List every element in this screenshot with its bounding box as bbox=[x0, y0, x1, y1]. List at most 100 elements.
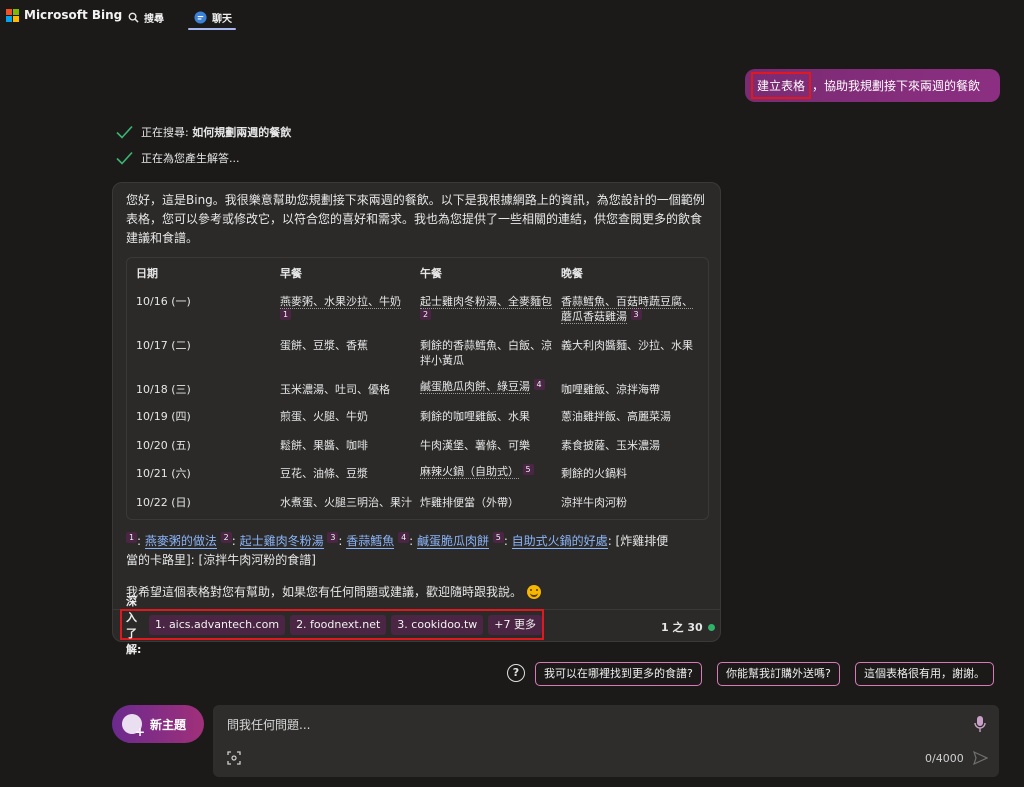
search-icon bbox=[128, 12, 139, 23]
table-header: 日期 bbox=[136, 267, 158, 280]
cell-breakfast: 蛋餅、豆漿、香蕉 bbox=[280, 339, 368, 352]
cell-breakfast: 玉米濃湯、吐司、優格 bbox=[280, 383, 390, 396]
cell-text: 燕麥粥、水果沙拉、牛奶 bbox=[280, 295, 401, 309]
suggestion-chip[interactable]: 這個表格很有用，謝謝。 bbox=[855, 662, 994, 686]
cell-date: 10/22 (日) bbox=[136, 496, 191, 509]
citation-badge[interactable]: 1 bbox=[126, 532, 137, 543]
reference-link[interactable]: 自助式火鍋的好處 bbox=[511, 534, 608, 549]
new-topic-icon bbox=[122, 714, 145, 739]
cell-dinner: 義大利肉醬麵、沙拉、水果 bbox=[561, 339, 693, 352]
citation-badge[interactable]: 5 bbox=[522, 464, 534, 475]
answer-card: 您好，這是Bing。我很樂意幫助您規劃接下來兩週的餐飲。以下是我根據網路上的資訊… bbox=[112, 182, 721, 656]
user-message-bubble: 建立表格 ，協助我規劃接下來兩週的餐飲 bbox=[745, 69, 1000, 102]
cell-text: 蘑瓜香菇雞湯 bbox=[561, 310, 627, 324]
answer-intro: 您好，這是Bing。我很樂意幫助您規劃接下來兩週的餐飲。以下是我根據網路上的資訊… bbox=[126, 193, 705, 245]
help-icon[interactable]: ? bbox=[507, 664, 525, 682]
logo-text: Microsoft Bing bbox=[24, 8, 123, 22]
cell-date: 10/18 (三) bbox=[136, 383, 191, 396]
source-link[interactable]: 2. foodnext.net bbox=[290, 614, 387, 635]
cell-breakfast: 燕麥粥、水果沙拉、牛奶 1 bbox=[280, 294, 415, 324]
cell-text: 起士雞肉冬粉湯、全麥麵包 bbox=[420, 295, 552, 309]
citation-badge[interactable]: 4 bbox=[533, 379, 545, 390]
table-header: 午餐 bbox=[420, 267, 442, 280]
char-count: 0/4000 bbox=[925, 752, 964, 765]
status-searching: 正在搜尋: 如何規劃兩週的餐飲 bbox=[116, 124, 291, 140]
citation-badge[interactable]: 2 bbox=[220, 532, 232, 543]
citation-badge[interactable]: 2 bbox=[420, 309, 431, 320]
status-dot-icon bbox=[707, 623, 715, 631]
tab-chat-label: 聊天 bbox=[212, 13, 232, 25]
tab-search-label: 搜尋 bbox=[144, 13, 164, 25]
cell-lunch: 剩餘的咖哩雞飯、水果 bbox=[420, 410, 530, 423]
cell-date: 10/16 (一) bbox=[136, 295, 191, 308]
chat-icon bbox=[194, 10, 207, 24]
reference-tail: : [炸雞排便 bbox=[607, 534, 669, 548]
meal-table: 日期 早餐 午餐 晚餐 10/16 (一) 燕麥粥、水果沙拉、牛奶 1 起士雞肉… bbox=[126, 257, 709, 520]
status-prefix: 正在搜尋: bbox=[141, 126, 193, 139]
tab-search[interactable]: 搜尋 bbox=[128, 6, 164, 28]
cell-date: 10/21 (六) bbox=[136, 467, 191, 480]
bing-logo[interactable]: Microsoft Bing bbox=[6, 8, 122, 22]
status-text: 正在為您產生解答... bbox=[141, 152, 240, 165]
cell-date: 10/19 (四) bbox=[136, 410, 191, 423]
learn-more-bar: 深入了解: 1. aics.advantech.com 2. foodnext.… bbox=[120, 595, 544, 656]
checkmark-icon bbox=[116, 125, 133, 139]
active-tab-indicator bbox=[188, 28, 236, 30]
citation-badge[interactable]: 3 bbox=[630, 309, 642, 320]
cell-lunch: 起士雞肉冬粉湯、全麥麵包 2 bbox=[420, 294, 558, 324]
cell-breakfast: 水煮蛋、火腿三明治、果汁 bbox=[280, 496, 412, 509]
cell-dinner: 涼拌牛肉河粉 bbox=[561, 496, 627, 509]
cell-lunch: 麻辣火鍋（自助式） 5 bbox=[420, 464, 534, 479]
cell-dinner: 香蒜鱈魚、百菇時蔬豆腐、 蘑瓜香菇雞湯 3 bbox=[561, 294, 706, 324]
counter-text: 1 之 30 bbox=[661, 621, 703, 634]
cell-breakfast: 煎蛋、火腿、牛奶 bbox=[280, 410, 368, 423]
checkmark-icon bbox=[116, 151, 133, 165]
cell-text: 麻辣火鍋（自助式） bbox=[420, 465, 519, 479]
new-topic-button[interactable]: 新主題 bbox=[112, 705, 204, 743]
learn-more-label: 深入了解: bbox=[126, 594, 142, 656]
more-sources-button[interactable]: +7 更多 bbox=[488, 614, 542, 635]
microphone-icon[interactable] bbox=[973, 715, 987, 733]
table-header: 早餐 bbox=[280, 267, 302, 280]
suggestion-chip[interactable]: 你能幫我訂購外送嗎? bbox=[717, 662, 840, 686]
chat-input-box: 0/4000 bbox=[213, 705, 999, 777]
image-scan-icon[interactable] bbox=[227, 751, 241, 765]
cell-date: 10/17 (二) bbox=[136, 339, 191, 352]
cell-text: 香蒜鱈魚、百菇時蔬豆腐、 bbox=[561, 295, 693, 309]
closing-message: 我希望這個表格對您有幫助，如果您有任何問題或建議，歡迎隨時跟我說。 bbox=[126, 583, 542, 600]
cell-dinner: 蔥油雞拌飯、高麗菜湯 bbox=[561, 410, 671, 423]
cell-text: 剩餘的香蒜鱈魚、白飯、涼 bbox=[420, 339, 552, 352]
cell-dinner: 素食披薩、玉米濃湯 bbox=[561, 439, 660, 452]
chat-input[interactable] bbox=[227, 715, 927, 735]
closing-text: 我希望這個表格對您有幫助，如果您有任何問題或建議，歡迎隨時跟我說。 bbox=[126, 585, 523, 599]
cell-dinner: 剩餘的火鍋料 bbox=[561, 467, 627, 480]
citation-badge[interactable]: 5 bbox=[492, 532, 504, 543]
cell-date: 10/20 (五) bbox=[136, 439, 191, 452]
user-message-highlight: 建立表格 bbox=[751, 72, 812, 99]
cell-lunch: 剩餘的香蒜鱈魚、白飯、涼 拌小黃瓜 bbox=[420, 338, 560, 368]
reference-link[interactable]: 燕麥粥的做法 bbox=[144, 534, 217, 549]
smiley-emoji-icon bbox=[527, 584, 542, 599]
top-bar: Microsoft Bing 搜尋 聊天 bbox=[0, 0, 1024, 36]
new-topic-label: 新主題 bbox=[150, 717, 187, 732]
cell-dinner: 咖哩雞飯、涼拌海帶 bbox=[561, 383, 660, 396]
tab-chat[interactable]: 聊天 bbox=[194, 6, 232, 28]
citation-badge[interactable]: 3 bbox=[327, 532, 339, 543]
reference-list: 1: 燕麥粥的做法 2: 起士雞肉冬粉湯 3: 香蒜鱈魚 4: 鹹蛋脆瓜肉餅 5… bbox=[126, 532, 669, 567]
citation-badge[interactable]: 4 bbox=[398, 532, 410, 543]
user-message-text: ，協助我規劃接下來兩週的餐飲 bbox=[812, 79, 981, 93]
reference-link[interactable]: 起士雞肉冬粉湯 bbox=[239, 534, 324, 549]
source-link[interactable]: 3. cookidoo.tw bbox=[391, 614, 484, 635]
cell-text: 拌小黃瓜 bbox=[420, 354, 464, 367]
send-icon[interactable] bbox=[973, 751, 988, 765]
status-query: 如何規劃兩週的餐飲 bbox=[192, 126, 292, 139]
suggestion-chip[interactable]: 我可以在哪裡找到更多的食譜? bbox=[535, 662, 702, 686]
reference-link[interactable]: 鹹蛋脆瓜肉餅 bbox=[416, 534, 489, 549]
status-generating: 正在為您產生解答... bbox=[116, 150, 240, 166]
source-link[interactable]: 1. aics.advantech.com bbox=[148, 614, 286, 635]
microsoft-logo-icon bbox=[6, 8, 19, 22]
citation-badge[interactable]: 1 bbox=[280, 309, 291, 320]
cell-lunch: 炸雞排便當（外帶） bbox=[420, 496, 519, 509]
cell-lunch: 牛肉漢堡、薯條、可樂 bbox=[420, 439, 530, 452]
reference-link[interactable]: 香蒜鱈魚 bbox=[346, 534, 395, 549]
